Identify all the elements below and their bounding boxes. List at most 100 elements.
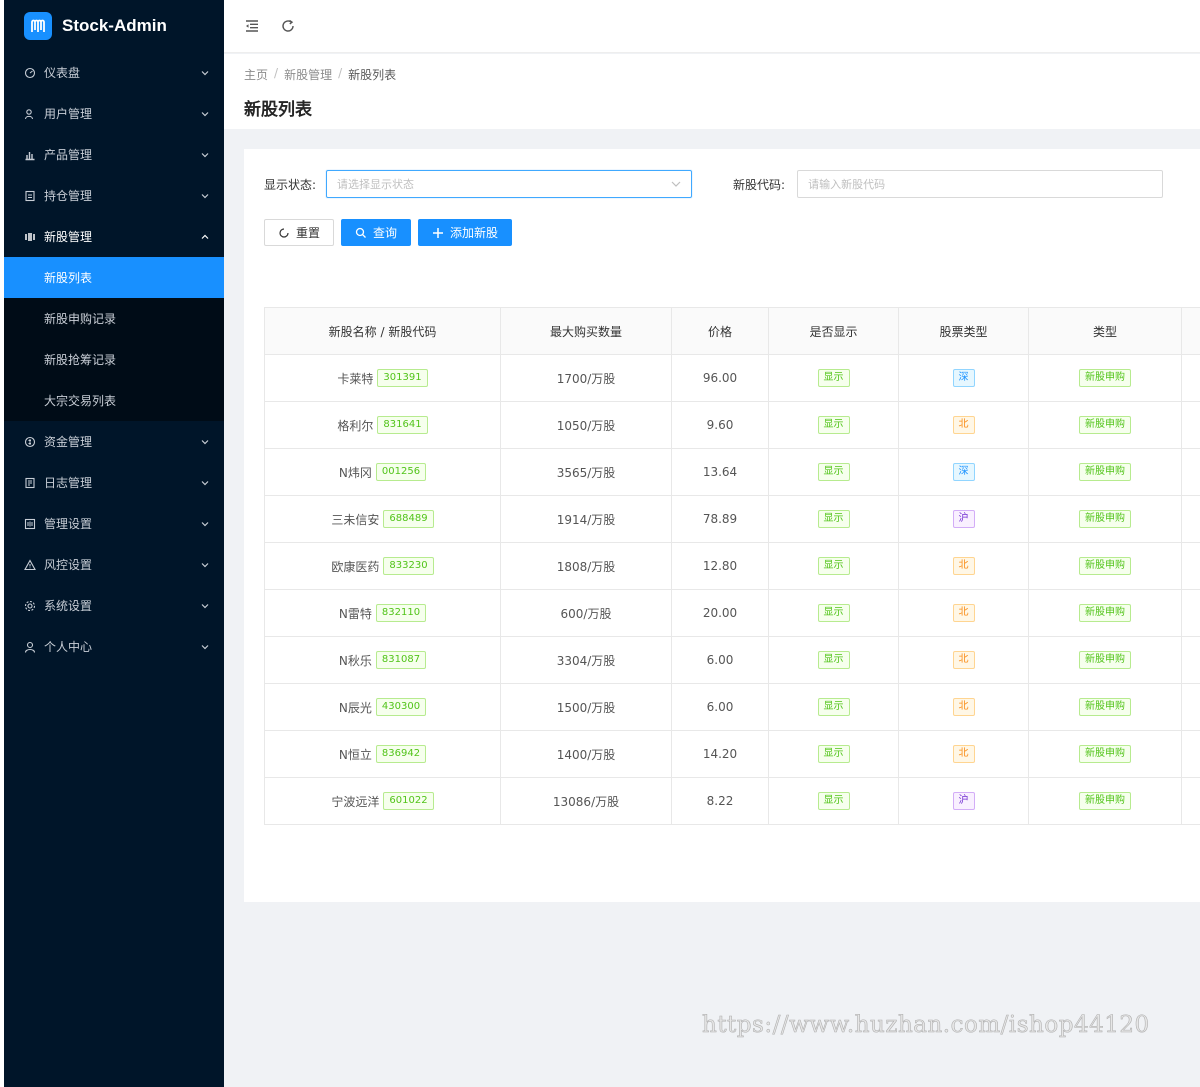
cell-type: 新股申购 [1028,636,1182,684]
cell-market: 深 [898,354,1029,402]
cell-price: 78.89 [671,495,769,543]
type-tag: 新股申购 [1079,651,1131,669]
cell-price: 6.00 [671,636,769,684]
cell-type: 新股申购 [1028,589,1182,637]
search-button[interactable]: 查询 [341,219,412,246]
collapse-menu-button[interactable] [242,16,262,36]
content-card: 显示状态: 请选择显示状态 新股代码: 重置 查询 添加新股 新股名称 / 新股… [244,149,1200,902]
sidebar-item-6[interactable]: 日志管理 [4,462,224,503]
show-status-tag: 显示 [817,698,850,716]
cell-market: 北 [898,683,1029,731]
type-tag: 新股申购 [1079,463,1131,481]
col-header-price: 价格 [671,307,769,355]
market-tag: 北 [952,557,975,575]
cell-price: 13.64 [671,448,769,496]
stock-code-tag: 430300 [375,698,427,716]
logo-icon [24,12,52,40]
watermark: https://www.huzhan.com/ishop44120 [702,1012,1150,1039]
submenu-item-1[interactable]: 新股申购记录 [4,298,224,339]
stock-code-tag: 688489 [383,510,434,528]
cell-name: 三未信安 688489 [264,495,501,543]
refresh-button[interactable] [278,16,298,36]
chevron-down-icon [201,562,209,567]
sidebar-item-3[interactable]: 持仓管理 [4,175,224,216]
sidebar-item-7[interactable]: 管理设置 [4,503,224,544]
chevron-down-icon [201,521,209,526]
cell-show: 显示 [768,589,899,637]
reset-button[interactable]: 重置 [264,219,335,246]
search-icon [355,227,366,238]
sidebar-item-label: 产品管理 [44,148,93,162]
cell-show: 显示 [768,777,899,825]
sidebar-item-0[interactable]: 仪表盘 [4,52,224,93]
sidebar-item-4[interactable]: 新股管理 [4,216,224,257]
stock-name: 宁波远洋 [331,794,380,809]
menu-fold-icon [246,20,258,32]
sidebar-item-10[interactable]: 个人中心 [4,626,224,667]
money-icon [24,436,36,448]
position-icon [24,190,36,202]
status-select[interactable]: 请选择显示状态 [326,170,693,198]
sidebar-item-8[interactable]: 风控设置 [4,544,224,585]
cell-more [1181,589,1200,637]
search-label: 查询 [373,226,398,240]
chevron-down-icon [201,603,209,608]
cell-market: 北 [898,636,1029,684]
sidebar-item-label: 风控设置 [44,558,93,572]
type-tag: 新股申购 [1079,557,1131,575]
code-input[interactable] [797,170,1164,198]
cell-name: N雷特 832110 [264,589,501,637]
cell-max-qty: 1500/万股 [500,683,672,731]
sidebar-item-label: 仪表盘 [44,66,81,80]
stock-name: N秋乐 [338,653,372,668]
ipo-table: 新股名称 / 新股代码 最大购买数量 价格 是否显示 股票类型 类型 卡莱特 3… [264,307,1200,825]
cell-more [1181,777,1200,825]
cell-market: 沪 [898,777,1029,825]
cell-max-qty: 600/万股 [500,589,672,637]
breadcrumb-ipo-management[interactable]: 新股管理 [284,66,332,83]
sidebar-item-2[interactable]: 产品管理 [4,134,224,175]
sidebar-item-9[interactable]: 系统设置 [4,585,224,626]
cell-price: 6.00 [671,683,769,731]
cell-market: 北 [898,401,1029,449]
breadcrumb-home[interactable]: 主页 [244,66,268,83]
stock-code-tag: 831641 [377,416,428,434]
cell-max-qty: 1050/万股 [500,401,672,449]
stock-code-tag: 831087 [375,651,427,669]
submenu-item-3[interactable]: 大宗交易列表 [4,380,224,421]
cell-more [1181,354,1200,402]
sidebar-item-1[interactable]: 用户管理 [4,93,224,134]
table-row: N炜冈 001256 3565/万股 13.64 显示 深 新股申购 [264,448,1200,496]
chevron-down-icon [671,181,681,187]
submenu-item-0[interactable]: 新股列表 [4,257,224,298]
sidebar: Stock-Admin 仪表盘 用户管理 产品管理 持仓管理 新股管理 新股列表… [0,0,224,1087]
market-tag: 沪 [952,510,975,528]
logo[interactable]: Stock-Admin [4,0,224,52]
table-row: N恒立 836942 1400/万股 14.20 显示 北 新股申购 [264,730,1200,778]
submenu-item-2[interactable]: 新股抢筹记录 [4,339,224,380]
sidebar-item-5[interactable]: 资金管理 [4,421,224,462]
breadcrumb-separator: / [338,66,343,80]
cell-price: 20.00 [671,589,769,637]
cell-type: 新股申购 [1028,401,1182,449]
type-tag: 新股申购 [1079,416,1131,434]
col-header-market: 股票类型 [898,307,1029,355]
cell-type: 新股申购 [1028,542,1182,590]
cell-max-qty: 1400/万股 [500,730,672,778]
table-row: N秋乐 831087 3304/万股 6.00 显示 北 新股申购 [264,636,1200,684]
page-title: 新股列表 [244,100,312,120]
show-status-tag: 显示 [817,510,850,528]
type-tag: 新股申购 [1079,698,1131,716]
add-ipo-button[interactable]: 添加新股 [418,219,513,246]
cell-more [1181,495,1200,543]
show-status-tag: 显示 [817,604,850,622]
chevron-down-icon [201,480,209,485]
type-tag: 新股申购 [1079,745,1131,763]
cell-market: 北 [898,542,1029,590]
warning-icon [24,558,36,571]
cell-market: 北 [898,730,1029,778]
market-tag: 沪 [952,792,975,810]
breadcrumb-current: 新股列表 [348,68,397,82]
stock-code-tag: 833230 [383,557,434,575]
sidebar-item-label: 日志管理 [44,476,93,490]
